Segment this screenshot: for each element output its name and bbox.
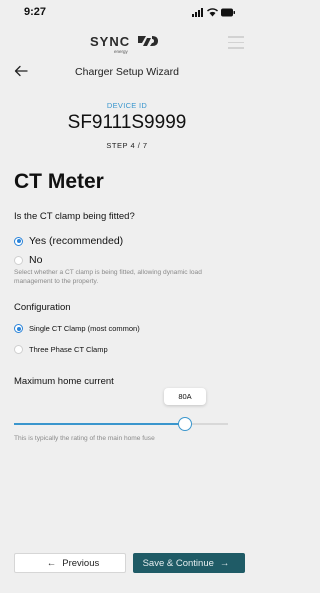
previous-button-label: Previous: [62, 557, 100, 569]
arrow-left-icon: ←: [46, 557, 57, 569]
svg-text:SYNC: SYNC: [90, 34, 130, 49]
slider-thumb[interactable]: [178, 417, 193, 431]
save-continue-button[interactable]: Save & Continue →: [133, 553, 245, 573]
status-time: 9:27: [24, 6, 47, 18]
arrow-right-icon: →: [219, 557, 230, 569]
step-indicator: STEP 4 / 7: [106, 141, 148, 150]
ct-clamp-yes-option[interactable]: Yes (recommended): [14, 235, 123, 247]
radio-no-label: No: [29, 254, 43, 266]
battery-icon: [221, 8, 235, 16]
previous-button[interactable]: ← Previous: [14, 553, 126, 573]
config-three-phase-option[interactable]: Three Phase CT Clamp: [14, 345, 108, 354]
device-id-value: SF9111S9999: [67, 112, 187, 133]
save-continue-button-label: Save & Continue: [142, 557, 214, 569]
wizard-title: Charger Setup Wizard: [75, 66, 179, 78]
ct-clamp-helper: Select whether a CT clamp is being fitte…: [14, 269, 202, 285]
max-current-label: Maximum home current: [14, 376, 114, 387]
status-bar: 9:27: [0, 0, 254, 24]
radio-yes[interactable]: [14, 236, 23, 246]
wifi-icon: [207, 7, 218, 16]
radio-three-phase-label: Three Phase CT Clamp: [29, 345, 108, 354]
max-current-slider[interactable]: [14, 417, 228, 431]
radio-yes-label: Yes (recommended): [29, 235, 124, 247]
config-single-option[interactable]: Single CT Clamp (most common): [14, 324, 140, 333]
radio-three-phase[interactable]: [14, 345, 23, 354]
page-title: CT Meter: [14, 170, 104, 193]
configuration-label: Configuration: [14, 302, 71, 313]
status-icons: [192, 7, 236, 17]
signal-icon: [192, 7, 203, 17]
radio-no[interactable]: [14, 255, 23, 265]
radio-single-ct[interactable]: [14, 324, 23, 333]
sync-energy-logo: SYNC energy: [88, 32, 168, 54]
slider-fill: [14, 423, 186, 425]
ct-clamp-question: Is the CT clamp being fitted?: [14, 211, 135, 222]
device-id-label: DEVICE ID: [106, 101, 148, 110]
max-current-helper: This is typically the rating of the main…: [14, 435, 155, 442]
radio-single-ct-label: Single CT Clamp (most common): [29, 324, 140, 333]
svg-text:energy: energy: [114, 49, 129, 54]
menu-icon[interactable]: [228, 36, 244, 50]
ct-clamp-no-option[interactable]: No: [14, 254, 42, 266]
slider-value-tooltip: 80A: [164, 388, 206, 405]
